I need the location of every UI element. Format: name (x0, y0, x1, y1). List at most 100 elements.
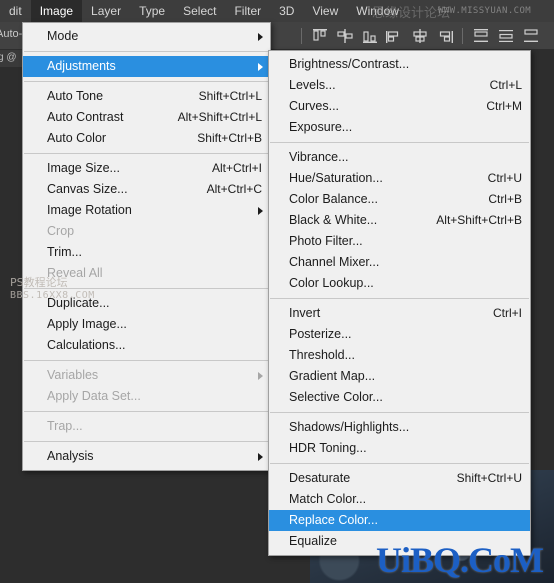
menu-item-label: Hue/Saturation... (289, 171, 383, 185)
menu-item-image-size[interactable]: Image Size... Alt+Ctrl+I (23, 158, 270, 179)
menu-item-label: Channel Mixer... (289, 255, 380, 269)
application-menu-bar: dit Image Layer Type Select Filter 3D View Windo… (0, 0, 554, 22)
menu-item-shortcut: Shift+Ctrl+U (456, 471, 522, 485)
menu-item-shortcut: Alt+Ctrl+C (206, 182, 262, 196)
menu-item-trap: Trap... (23, 416, 270, 437)
menu-item-label: Desaturate (289, 471, 351, 485)
align-top-edges-icon[interactable] (307, 25, 332, 46)
menu-separator (24, 153, 269, 154)
menu-item-desaturate[interactable]: Desaturate Shift+Ctrl+U (269, 468, 530, 489)
menu-bar-item-3d[interactable]: 3D (270, 0, 303, 22)
menu-item-shortcut: Alt+Shift+Ctrl+L (177, 110, 262, 124)
menu-item-levels[interactable]: Levels... Ctrl+L (269, 75, 530, 96)
menu-item-label: Color Balance... (289, 192, 378, 206)
align-vertical-centers-icon[interactable] (332, 25, 357, 46)
menu-item-shortcut: Shift+Ctrl+B (197, 131, 262, 145)
menu-item-analysis[interactable]: Analysis (23, 446, 270, 467)
auto-select-label: Auto- (0, 28, 23, 40)
menu-item-label: HDR Toning... (289, 441, 367, 455)
align-right-edges-icon[interactable] (432, 25, 457, 46)
menubar-watermark-url: WWW.MISSYUAN.COM (438, 6, 532, 16)
menu-item-shortcut: Alt+Shift+Ctrl+B (436, 213, 522, 227)
menu-item-label: Invert (289, 306, 321, 320)
document-tab-label: g @ (0, 52, 17, 63)
menu-item-image-rotation[interactable]: Image Rotation (23, 200, 270, 221)
menu-item-auto-color[interactable]: Auto Color Shift+Ctrl+B (23, 128, 270, 149)
menu-bar-item-layer[interactable]: Layer (82, 0, 130, 22)
menu-item-apply-image[interactable]: Apply Image... (23, 314, 270, 335)
menu-item-color-balance[interactable]: Color Balance... Ctrl+B (269, 189, 530, 210)
menu-item-label: Posterize... (289, 327, 352, 341)
menu-item-posterize[interactable]: Posterize... (269, 324, 530, 345)
menu-item-canvas-size[interactable]: Canvas Size... Alt+Ctrl+C (23, 179, 270, 200)
menu-item-gradient-map[interactable]: Gradient Map... (269, 366, 530, 387)
menu-item-black-white[interactable]: Black & White... Alt+Shift+Ctrl+B (269, 210, 530, 231)
document-tab-strip[interactable]: g @ (0, 49, 22, 67)
menu-item-selective-color[interactable]: Selective Color... (269, 387, 530, 408)
image-menu-panel[interactable]: Mode Adjustments Auto Tone Shift+Ctrl+L Auto… (22, 22, 271, 471)
menu-item-shortcut: Ctrl+U (487, 171, 522, 185)
menu-item-duplicate[interactable]: Duplicate... (23, 293, 270, 314)
menu-item-shadows-highlights[interactable]: Shadows/Highlights... (269, 417, 530, 438)
menu-item-invert[interactable]: Invert Ctrl+I (269, 303, 530, 324)
distribute-bottom-edges-icon[interactable] (518, 25, 543, 46)
menu-item-auto-tone[interactable]: Auto Tone Shift+Ctrl+L (23, 86, 270, 107)
menu-separator (270, 142, 529, 143)
menu-item-label: Canvas Size... (47, 182, 128, 196)
distribute-top-edges-icon[interactable] (468, 25, 493, 46)
menu-item-adjustments[interactable]: Adjustments (23, 56, 270, 77)
menu-item-hdr-toning[interactable]: HDR Toning... (269, 438, 530, 459)
adjustments-submenu-panel[interactable]: Brightness/Contrast... Levels... Ctrl+L Cur… (268, 50, 531, 556)
menu-item-mode[interactable]: Mode (23, 26, 270, 47)
menu-item-threshold[interactable]: Threshold... (269, 345, 530, 366)
menu-item-label: Apply Image... (47, 317, 127, 331)
menu-item-replace-color[interactable]: Replace Color... (269, 510, 530, 531)
menu-bar-item-filter[interactable]: Filter (225, 0, 270, 22)
menu-item-label: Image Rotation (47, 203, 132, 217)
menu-item-label: Selective Color... (289, 390, 383, 404)
menu-item-exposure[interactable]: Exposure... (269, 117, 530, 138)
menu-separator (24, 360, 269, 361)
menu-item-variables: Variables (23, 365, 270, 386)
alignment-icon-group (296, 25, 543, 46)
menu-bar-item-view[interactable]: View (303, 0, 347, 22)
menu-item-color-lookup[interactable]: Color Lookup... (269, 273, 530, 294)
menu-item-label: Variables (47, 368, 99, 382)
menu-item-equalize[interactable]: Equalize (269, 531, 530, 552)
menu-item-label: Duplicate... (47, 296, 110, 310)
distribute-vertical-centers-icon[interactable] (493, 25, 518, 46)
menu-item-calculations[interactable]: Calculations... (23, 335, 270, 356)
menu-bar-item-type[interactable]: Type (130, 0, 174, 22)
menu-item-reveal-all: Reveal All (23, 263, 270, 284)
menu-item-label: Reveal All (47, 266, 103, 280)
menu-item-label: Trap... (47, 419, 83, 433)
menu-item-trim[interactable]: Trim... (23, 242, 270, 263)
menu-item-match-color[interactable]: Match Color... (269, 489, 530, 510)
menu-item-label: Apply Data Set... (47, 389, 141, 403)
menu-item-vibrance[interactable]: Vibrance... (269, 147, 530, 168)
menu-item-shortcut: Ctrl+B (488, 192, 522, 206)
menu-bar-item-image[interactable]: Image (30, 0, 83, 22)
menu-item-photo-filter[interactable]: Photo Filter... (269, 231, 530, 252)
submenu-arrow-icon (258, 32, 263, 41)
menu-bar-item-select[interactable]: Select (174, 0, 225, 22)
menu-bar-item-dit[interactable]: dit (0, 0, 31, 22)
menu-item-label: Equalize (289, 534, 337, 548)
menu-item-hue-saturation[interactable]: Hue/Saturation... Ctrl+U (269, 168, 530, 189)
menu-item-label: Exposure... (289, 120, 353, 134)
menu-item-label: Trim... (47, 245, 82, 259)
align-horizontal-centers-icon[interactable] (407, 25, 432, 46)
menu-item-label: Auto Color (47, 131, 107, 145)
align-left-edges-icon[interactable] (382, 25, 407, 46)
menu-item-brightness-contrast[interactable]: Brightness/Contrast... (269, 54, 530, 75)
menu-item-curves[interactable]: Curves... Ctrl+M (269, 96, 530, 117)
menu-item-label: Crop (47, 224, 75, 238)
toolbar-separator (462, 27, 463, 44)
menu-item-shortcut: Ctrl+I (492, 306, 522, 320)
menu-item-auto-contrast[interactable]: Auto Contrast Alt+Shift+Ctrl+L (23, 107, 270, 128)
menu-item-label: Calculations... (47, 338, 126, 352)
menu-item-label: Photo Filter... (289, 234, 363, 248)
menu-item-channel-mixer[interactable]: Channel Mixer... (269, 252, 530, 273)
align-bottom-edges-icon[interactable] (357, 25, 382, 46)
menu-separator (24, 81, 269, 82)
